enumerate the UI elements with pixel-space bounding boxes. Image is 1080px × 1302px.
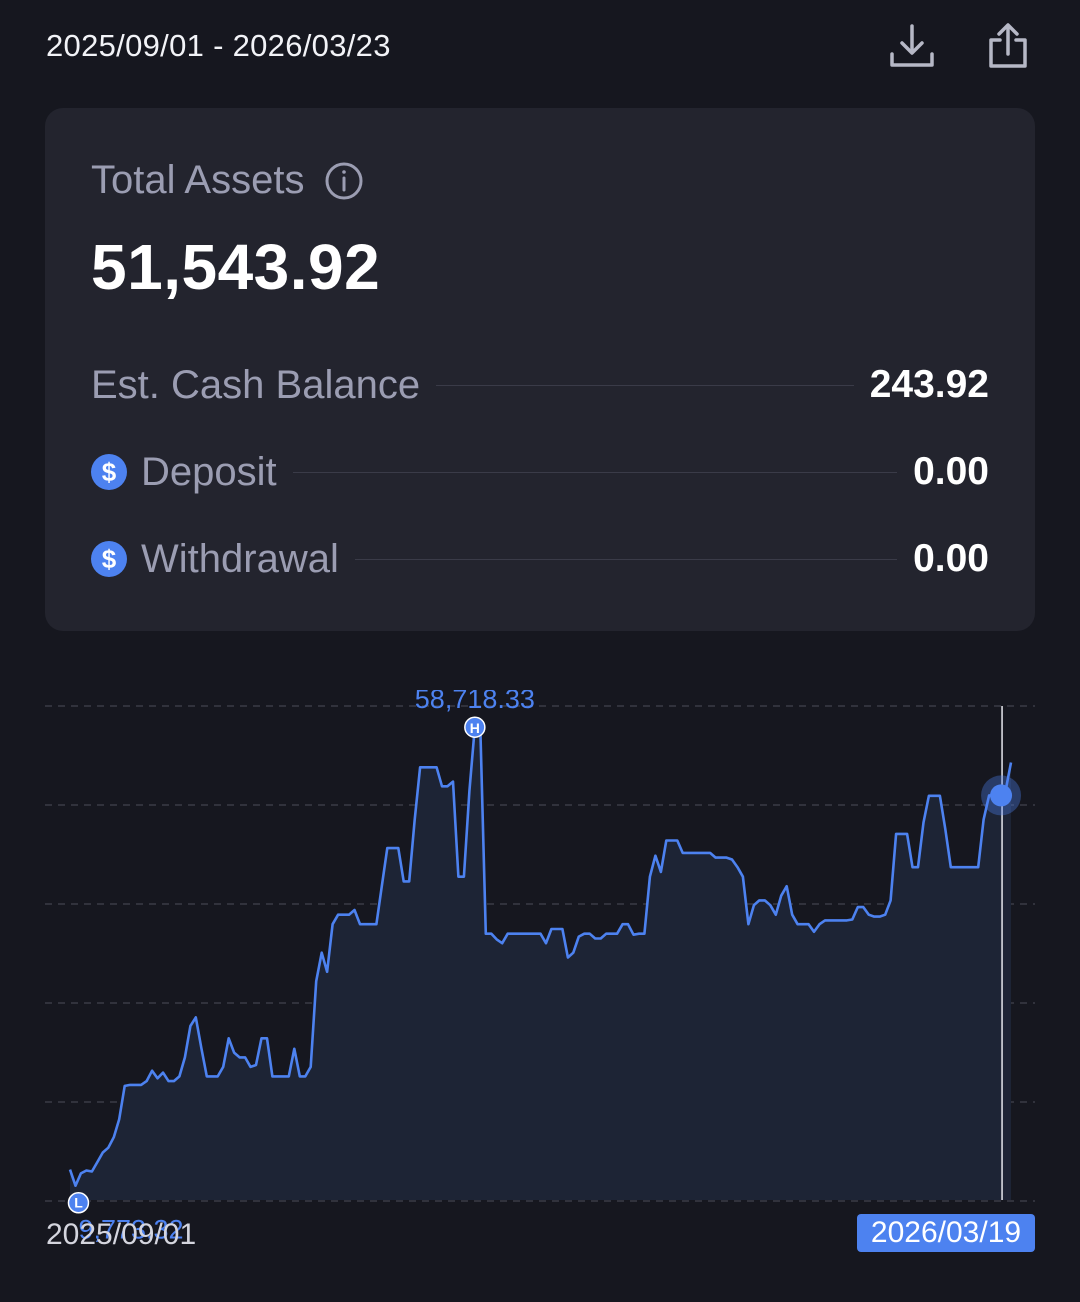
total-assets-header: Total Assets <box>91 158 364 203</box>
withdrawal-value: 0.00 <box>913 537 989 580</box>
deposit-value: 0.00 <box>913 450 989 493</box>
selected-point <box>990 784 1013 807</box>
low-marker-letter: L <box>74 1195 83 1211</box>
area-fill <box>70 727 1011 1200</box>
divider-line <box>436 384 854 386</box>
dollar-icon: $ <box>91 541 127 577</box>
download-button[interactable] <box>884 18 940 74</box>
share-button[interactable] <box>980 18 1036 74</box>
deposit-row[interactable]: $ Deposit 0.00 <box>91 444 989 500</box>
withdrawal-row[interactable]: $ Withdrawal 0.00 <box>91 531 989 587</box>
total-assets-label: Total Assets <box>91 158 305 202</box>
high-value-label: 58,718.33 <box>415 690 535 714</box>
assets-line-chart[interactable]: H58,718.33L9,773.32 <box>0 690 1080 1270</box>
header: 2025/09/01 - 2026/03/23 <box>0 0 1080 96</box>
cash-balance-row: Est. Cash Balance 243.92 <box>91 357 989 413</box>
cash-balance-value: 243.92 <box>869 363 989 406</box>
divider-line <box>354 558 898 560</box>
divider-line <box>292 471 898 473</box>
download-icon <box>890 24 934 67</box>
high-marker-letter: H <box>470 720 480 736</box>
x-selected-date: 2026/03/19 <box>857 1214 1035 1252</box>
share-icon <box>989 23 1027 68</box>
total-assets-value: 51,543.92 <box>91 231 381 303</box>
info-icon[interactable] <box>324 161 364 201</box>
date-range[interactable]: 2025/09/01 - 2026/03/23 <box>46 28 391 64</box>
assets-summary-card: Total Assets 51,543.92 Est. Cash Balance… <box>45 108 1035 631</box>
dollar-icon: $ <box>91 454 127 490</box>
deposit-label: Deposit <box>141 449 277 494</box>
x-start-date: 2025/09/01 <box>46 1218 197 1251</box>
cash-balance-label: Est. Cash Balance <box>91 362 421 407</box>
withdrawal-label: Withdrawal <box>141 536 339 581</box>
